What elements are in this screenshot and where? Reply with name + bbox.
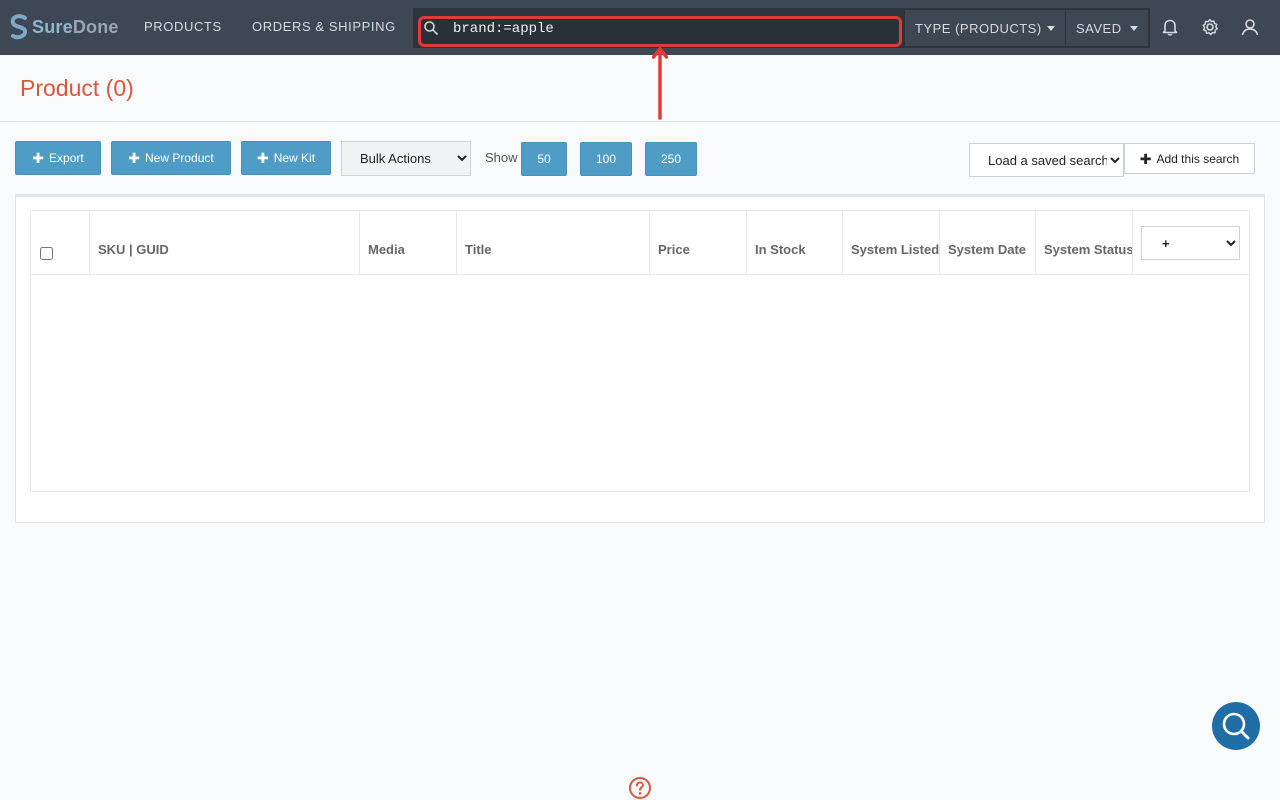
type-dropdown[interactable]: TYPE (PRODUCTS) xyxy=(904,10,1065,46)
saved-dropdown-label: SAVED xyxy=(1076,21,1122,36)
show-label: Show xyxy=(485,150,518,165)
logo-text-done: Done xyxy=(72,16,119,37)
column-header-title[interactable]: Title xyxy=(457,211,650,274)
new-kit-label: New Kit xyxy=(273,151,316,165)
page-size-100-button[interactable]: 100 xyxy=(580,142,632,176)
select-all-checkbox[interactable] xyxy=(40,247,53,260)
new-product-button[interactable]: ✚ New Product xyxy=(111,141,231,175)
logo-icon xyxy=(9,14,29,40)
gear-icon[interactable] xyxy=(1200,17,1220,37)
page-size-50-button[interactable]: 50 xyxy=(521,142,567,176)
plus-icon: ✚ xyxy=(32,150,45,166)
logo[interactable]: SureDone xyxy=(9,13,119,41)
select-all-header xyxy=(31,211,90,274)
logo-text-sure: Sure xyxy=(32,16,73,37)
saved-dropdown[interactable]: SAVED xyxy=(1066,10,1148,46)
nav-orders-shipping[interactable]: ORDERS & SHIPPING xyxy=(252,19,396,34)
bell-icon[interactable] xyxy=(1160,17,1180,37)
user-icon[interactable] xyxy=(1240,17,1260,37)
search-input[interactable] xyxy=(445,17,885,41)
add-this-search-label: Add this search xyxy=(1156,151,1240,166)
annotation-arrow-icon xyxy=(652,47,668,120)
column-header-media[interactable]: Media xyxy=(360,211,457,274)
plus-icon: ✚ xyxy=(128,150,141,166)
plus-icon: ✚ xyxy=(1139,150,1152,167)
chevron-down-icon xyxy=(1047,26,1055,31)
new-product-label: New Product xyxy=(145,151,214,165)
chevron-down-icon xyxy=(1130,26,1138,31)
column-header-price[interactable]: Price xyxy=(650,211,747,274)
column-header-system-date[interactable]: System Date xyxy=(940,211,1036,274)
add-column-select[interactable]: + xyxy=(1141,226,1240,260)
saved-search-select[interactable]: Load a saved search xyxy=(969,143,1124,177)
new-kit-button[interactable]: ✚ New Kit xyxy=(241,141,331,175)
header-divider xyxy=(0,121,1280,122)
support-chat-button[interactable] xyxy=(1212,702,1260,750)
table-header: SKU | GUID Media Title Price In Stock Sy… xyxy=(31,211,1249,275)
page-size-250-button[interactable]: 250 xyxy=(645,142,697,176)
nav-products[interactable]: PRODUCTS xyxy=(144,19,222,34)
page-title: Product (0) xyxy=(20,75,134,101)
column-header-in-stock[interactable]: In Stock xyxy=(747,211,843,274)
bulk-actions-select[interactable]: Bulk Actions xyxy=(341,141,471,176)
search-icon xyxy=(424,21,438,35)
add-this-search-button[interactable]: ✚ Add this search xyxy=(1124,143,1255,174)
export-label: Export xyxy=(49,151,84,165)
column-header-system-listed[interactable]: System Listed xyxy=(843,211,940,274)
type-dropdown-label: TYPE (PRODUCTS) xyxy=(915,21,1042,36)
column-header-system-status[interactable]: System Status xyxy=(1036,211,1133,274)
help-icon[interactable] xyxy=(628,776,652,800)
column-header-sku[interactable]: SKU | GUID xyxy=(90,211,360,274)
logo-text: SureDone xyxy=(32,17,119,38)
plus-icon: ✚ xyxy=(256,150,269,166)
search-icon xyxy=(1222,712,1250,740)
export-button[interactable]: ✚ Export xyxy=(15,141,101,175)
